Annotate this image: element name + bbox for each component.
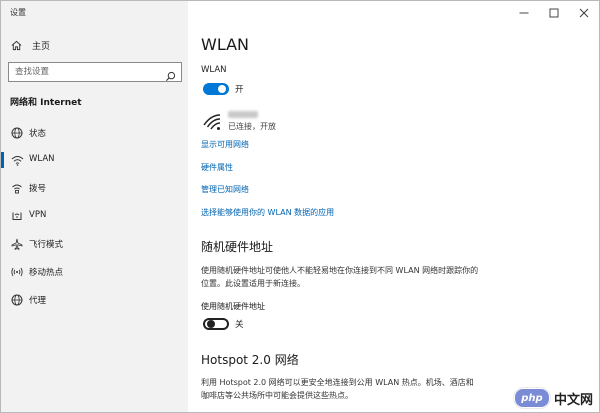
wlan-toggle-label: WLAN	[201, 65, 227, 75]
hotspot20-heading: Hotspot 2.0 网络	[201, 353, 299, 367]
sidebar-item-label: WLAN	[29, 154, 55, 164]
sidebar-item-label: VPN	[29, 210, 47, 220]
watermark-text: 中文网	[553, 392, 593, 408]
globe-icon	[10, 293, 24, 307]
random-hw-toggle-label: 使用随机硬件地址	[201, 302, 265, 311]
sidebar-item-dialup[interactable]: 拨号	[1, 178, 188, 198]
sidebar-item-airplane-mode[interactable]: 飞行模式	[1, 234, 188, 254]
sidebar-item-label: 飞行模式	[29, 240, 64, 250]
hardware-properties-link[interactable]: 硬件属性	[201, 162, 233, 173]
wifi-signal-icon	[203, 113, 221, 135]
settings-window: 设置 主页 网络和 Internet 状态 WLAN	[0, 0, 600, 413]
php-logo: php	[513, 388, 550, 408]
maximize-icon	[549, 3, 559, 22]
sidebar-item-mobile-hotspot[interactable]: 移动热点	[1, 262, 188, 282]
window-controls	[509, 1, 599, 23]
manage-known-networks-link[interactable]: 管理已知网络	[201, 184, 249, 195]
sidebar-item-label: 代理	[29, 296, 47, 306]
minimize-icon	[519, 3, 529, 22]
sidebar-home[interactable]: 主页	[11, 38, 50, 52]
site-watermark: php 中文网	[513, 388, 593, 408]
sidebar-item-label: 拨号	[29, 184, 47, 194]
sidebar-item-status[interactable]: 状态	[1, 123, 188, 143]
network-name-blurred	[228, 111, 258, 118]
page-title: WLAN	[201, 35, 250, 54]
sidebar-item-proxy[interactable]: 代理	[1, 290, 188, 310]
vpn-icon	[10, 209, 24, 223]
close-icon	[579, 3, 589, 22]
active-indicator	[1, 152, 4, 168]
sidebar-section-title: 网络和 Internet	[10, 98, 82, 108]
hotspot20-description: 利用 Hotspot 2.0 网络可以更安全地连接到公用 WLAN 热点。机场、…	[201, 378, 474, 400]
window-title: 设置	[10, 8, 26, 17]
globe-icon	[10, 126, 24, 140]
hotspot-icon	[10, 265, 24, 279]
maximize-button[interactable]	[539, 1, 569, 23]
airplane-icon	[10, 237, 24, 251]
home-icon	[11, 36, 22, 55]
sidebar-item-label: 移动热点	[29, 268, 64, 278]
random-hw-address-heading: 随机硬件地址	[201, 240, 274, 254]
sidebar-item-label: 状态	[29, 129, 47, 139]
sidebar-home-label: 主页	[32, 41, 51, 52]
toggle-knob	[218, 85, 226, 93]
random-hw-toggle[interactable]	[203, 318, 229, 330]
choose-apps-wlan-data-link[interactable]: 选择能够使用你的 WLAN 数据的应用	[201, 207, 334, 218]
sidebar-item-vpn[interactable]: VPN	[1, 206, 188, 226]
search-icon[interactable]	[165, 67, 176, 86]
sidebar: 设置 主页 网络和 Internet 状态 WLAN	[1, 1, 188, 412]
random-hw-address-description: 使用随机硬件地址可使他人不能轻易地在你连接到不同 WLAN 网络时跟踪你的位置。…	[201, 266, 479, 288]
toggle-knob	[207, 320, 215, 328]
random-hw-toggle-state: 关	[235, 320, 244, 330]
wlan-toggle[interactable]	[203, 83, 229, 95]
sidebar-item-wlan[interactable]: WLAN	[1, 150, 188, 170]
minimize-button[interactable]	[509, 1, 539, 23]
search-box[interactable]	[8, 62, 182, 82]
dialup-icon	[10, 181, 24, 195]
search-input[interactable]	[9, 66, 165, 78]
network-status: 已连接，开放	[228, 122, 276, 131]
wlan-toggle-state: 开	[235, 85, 244, 95]
wifi-icon	[10, 153, 24, 167]
connected-network[interactable]: 已连接，开放	[201, 111, 501, 139]
close-button[interactable]	[569, 1, 599, 23]
show-available-networks-link[interactable]: 显示可用网络	[201, 139, 249, 150]
